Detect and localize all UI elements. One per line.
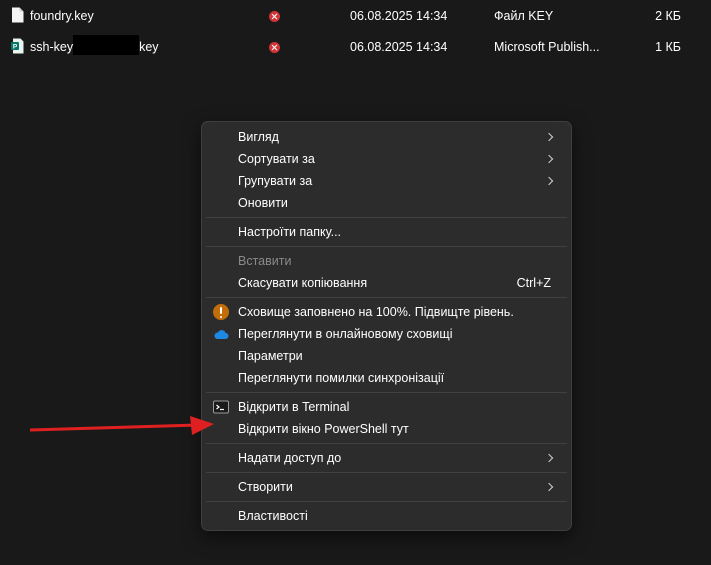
- file-row-ssh-key[interactable]: P ssh-key key 06.08.2025 14:34 Microsoft …: [0, 35, 711, 59]
- menu-item-label: Переглянути помилки синхронізації: [238, 371, 445, 385]
- chevron-right-icon: [544, 453, 554, 463]
- file-size: 1 КБ: [655, 40, 681, 54]
- menu-item-label: Створити: [238, 480, 293, 494]
- file-name-suffix: key: [139, 40, 159, 54]
- menu-item-label: Групувати за: [238, 174, 313, 188]
- menu-item-label: Параметри: [238, 349, 303, 363]
- menu-item-sort-by[interactable]: Сортувати за: [206, 148, 567, 170]
- chevron-right-icon: [544, 132, 554, 142]
- menu-item-view-online[interactable]: Переглянути в онлайновому сховищі: [206, 323, 567, 345]
- menu-item-label: Відкрити вікно PowerShell тут: [238, 422, 409, 436]
- menu-item-group-by[interactable]: Групувати за: [206, 170, 567, 192]
- menu-item-give-access[interactable]: Надати доступ до: [206, 447, 567, 469]
- menu-separator: [206, 501, 567, 502]
- publisher-icon: P: [11, 38, 24, 54]
- chevron-right-icon: [544, 176, 554, 186]
- sync-error-icon: [269, 42, 280, 53]
- menu-separator: [206, 392, 567, 393]
- annotation-arrow-icon: [30, 416, 214, 435]
- menu-item-label: Вигляд: [238, 130, 279, 144]
- file-date: 06.08.2025 14:34: [350, 9, 448, 23]
- menu-item-label: Оновити: [238, 196, 288, 210]
- menu-item-label: Сортувати за: [238, 152, 315, 166]
- menu-separator: [206, 217, 567, 218]
- context-menu: Вигляд Сортувати за Групувати за Оновити…: [201, 121, 572, 531]
- menu-separator: [206, 443, 567, 444]
- menu-item-properties[interactable]: Властивості: [206, 505, 567, 527]
- chevron-right-icon: [544, 482, 554, 492]
- warning-icon: [213, 304, 229, 320]
- file-type: Microsoft Publish...: [494, 40, 600, 54]
- file-size: 2 КБ: [655, 9, 681, 23]
- menu-item-label: Переглянути в онлайновому сховищі: [238, 327, 453, 341]
- menu-separator: [206, 297, 567, 298]
- menu-item-open-powershell[interactable]: Відкрити вікно PowerShell тут: [206, 418, 567, 440]
- menu-item-new[interactable]: Створити: [206, 476, 567, 498]
- menu-item-customize-folder[interactable]: Настроїти папку...: [206, 221, 567, 243]
- file-row-foundry-key[interactable]: foundry.key 06.08.2025 14:34 Файл KEY 2 …: [0, 4, 711, 28]
- chevron-right-icon: [544, 154, 554, 164]
- onedrive-cloud-icon: [214, 330, 229, 339]
- menu-item-paste: Вставити: [206, 250, 567, 272]
- menu-item-label: Надати доступ до: [238, 451, 342, 465]
- file-type: Файл KEY: [494, 9, 554, 23]
- menu-item-label: Властивості: [238, 509, 308, 523]
- svg-text:P: P: [13, 44, 18, 51]
- menu-item-label: Відкрити в Terminal: [238, 400, 350, 414]
- menu-item-settings[interactable]: Параметри: [206, 345, 567, 367]
- menu-item-label: Настроїти папку...: [238, 225, 342, 239]
- menu-item-undo-copy[interactable]: Скасувати копіювання Ctrl+Z: [206, 272, 567, 294]
- file-name-prefix: ssh-key: [30, 40, 74, 54]
- menu-item-label: Вставити: [238, 254, 292, 268]
- file-name: ssh-key key: [30, 35, 159, 56]
- file-date: 06.08.2025 14:34: [350, 40, 448, 54]
- menu-separator: [206, 246, 567, 247]
- menu-separator: [206, 472, 567, 473]
- menu-item-view[interactable]: Вигляд: [206, 126, 567, 148]
- redacted-block: [73, 35, 140, 56]
- menu-item-open-terminal[interactable]: Відкрити в Terminal: [206, 396, 567, 418]
- file-name: foundry.key: [30, 9, 94, 23]
- menu-item-label: Сховище заповнено на 100%. Підвищте ріве…: [238, 305, 514, 319]
- sync-error-icon: [269, 11, 280, 22]
- document-icon: [12, 7, 24, 23]
- menu-item-refresh[interactable]: Оновити: [206, 192, 567, 214]
- shortcut-label: Ctrl+Z: [516, 276, 551, 290]
- menu-item-storage-full[interactable]: Сховище заповнено на 100%. Підвищте ріве…: [206, 301, 567, 323]
- menu-item-view-sync-errors[interactable]: Переглянути помилки синхронізації: [206, 367, 567, 389]
- menu-item-label: Скасувати копіювання: [238, 276, 368, 290]
